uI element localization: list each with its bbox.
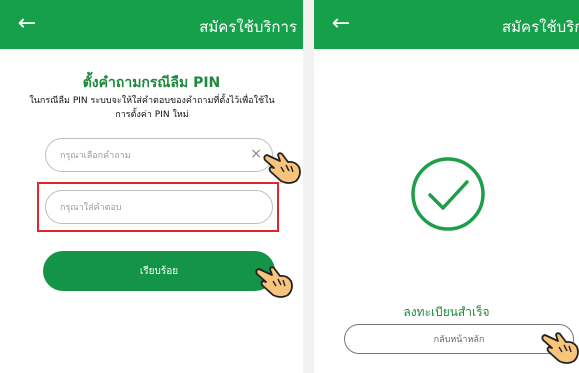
success-message: ลงทะเบียนสำเร็จ	[403, 305, 490, 319]
close-icon[interactable]: ×	[250, 146, 262, 162]
hand-pointer-icon	[255, 266, 293, 298]
header-title: สมัครใช้บริการ	[502, 18, 579, 36]
question-select-placeholder: กรุณาเลือกคำถาม	[60, 151, 131, 161]
answer-input[interactable]: กรุณาใส่คำตอบ	[45, 190, 273, 224]
answer-input-placeholder: กรุณาใส่คำตอบ	[60, 203, 122, 213]
left-screen: ← สมัครใช้บริการ ตั้งคำถามกรณีลืม PIN ใน…	[0, 0, 303, 373]
form-description: ในกรณีลืม PIN ระบบจะให้ใส่คำตอบของคำถามท…	[29, 96, 275, 120]
home-button-label: กลับหน้าหลัก	[433, 335, 485, 345]
app-header: ← สมัครใช้บริการ	[314, 0, 579, 49]
check-circle-icon	[411, 157, 485, 231]
app-header: ← สมัครใช้บริการ	[0, 0, 303, 49]
security-question-select[interactable]: กรุณาเลือกคำถาม ×	[45, 138, 273, 172]
back-button[interactable]: ←	[326, 12, 356, 38]
arrow-left-icon: ←	[17, 11, 37, 36]
submit-button-label: เรียบร้อย	[139, 265, 179, 277]
hand-pointer-icon	[263, 152, 301, 184]
submit-button[interactable]: เรียบร้อย	[43, 251, 275, 291]
header-title: สมัครใช้บริการ	[199, 18, 297, 36]
screen-divider	[303, 0, 314, 373]
hand-pointer-icon	[541, 332, 579, 364]
form-title: ตั้งคำถามกรณีลืม PIN	[82, 75, 221, 91]
back-button[interactable]: ←	[12, 12, 42, 38]
arrow-left-icon: ←	[331, 11, 351, 36]
right-screen: ← สมัครใช้บริการ ลงทะเบียนสำเร็จ กลับหน้…	[314, 0, 579, 373]
